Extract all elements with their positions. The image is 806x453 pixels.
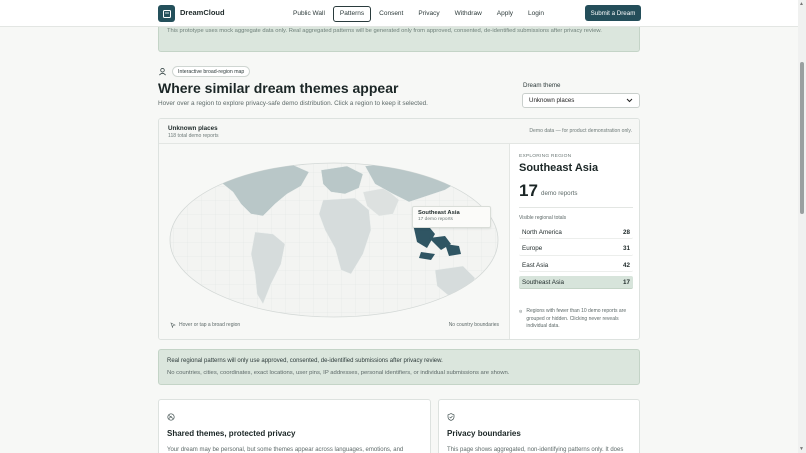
- top-nav-bar: DreamCloud Public Wall Patterns Consent …: [0, 0, 798, 27]
- world-map-svg: [169, 162, 499, 318]
- notice-line-2: No countries, cities, coordinates, exact…: [167, 370, 510, 376]
- map-panel-header: Unknown places 118 total demo reports De…: [159, 119, 639, 144]
- nav-withdraw[interactable]: Withdraw: [448, 6, 489, 22]
- selected-region-count: 17: [519, 181, 538, 200]
- region-row-value: 42: [622, 261, 630, 269]
- region-row-name: Europe: [522, 245, 543, 253]
- no-country-note: No country boundaries: [448, 322, 499, 328]
- map-panel: Unknown places 118 total demo reports De…: [158, 118, 640, 340]
- map-badge: Interactive broad-region map: [172, 66, 251, 77]
- region-row-southeast-asia[interactable]: Southeast Asia 17: [519, 276, 633, 290]
- region-tooltip: Southeast Asia 17 demo reports: [412, 206, 491, 228]
- nav-privacy[interactable]: Privacy: [411, 6, 446, 22]
- cursor-icon: [170, 322, 176, 328]
- region-row-name: Southeast Asia: [522, 278, 565, 286]
- world-map: Southeast Asia 17 demo reports Hover or …: [159, 144, 510, 339]
- region-totals-list: North America 28 Europe 31 East Asia 42 …: [519, 226, 633, 293]
- notice-line-1: Real regional patterns will only use app…: [167, 358, 443, 364]
- theme-label: Dream theme: [523, 82, 561, 89]
- shared-themes-card: Shared themes, protected privacy Your dr…: [158, 399, 431, 453]
- divider: [519, 207, 633, 208]
- page-subtitle: Hover over a region to explore privacy-s…: [158, 100, 428, 107]
- exploring-label: EXPLORING REGION: [519, 154, 572, 159]
- region-row-north-america[interactable]: North America 28: [519, 226, 633, 239]
- visible-totals-label: Visible regional totals: [519, 215, 567, 221]
- privacy-threshold-note: Regions with fewer than 10 demo reports …: [519, 308, 635, 331]
- hover-hint-text: Hover or tap a broad region: [179, 322, 241, 328]
- page-title: Where similar dream themes appear: [158, 80, 399, 96]
- selected-region-count-label: demo reports: [541, 190, 578, 197]
- page-scrollbar[interactable]: ▲ ▼: [798, 0, 806, 453]
- hover-hint: Hover or tap a broad region: [170, 322, 240, 328]
- privacy-threshold-text: Regions with fewer than 10 demo reports …: [526, 308, 627, 329]
- card-title: Privacy boundaries: [447, 429, 521, 438]
- globe-icon: [167, 413, 175, 421]
- shield-check-icon: [519, 309, 522, 314]
- region-detail-panel: EXPLORING REGION Southeast Asia 17 demo …: [511, 144, 639, 339]
- demo-data-note: Demo data — for product demonstration on…: [529, 128, 632, 134]
- tooltip-count: 17 demo reports: [418, 217, 453, 222]
- map-panel-title: Unknown places: [168, 125, 218, 132]
- nav-patterns[interactable]: Patterns: [332, 6, 372, 22]
- card-text: This page shows aggregated, non-identify…: [447, 447, 624, 453]
- nav-consent[interactable]: Consent: [372, 6, 410, 22]
- badge-row: Interactive broad-region map: [158, 66, 251, 77]
- mock-data-notice: This prototype uses mock aggregate data …: [158, 27, 640, 52]
- scroll-thumb[interactable]: [800, 62, 804, 214]
- map-pin-icon: [159, 68, 166, 76]
- main-nav: Public Wall Patterns Consent Privacy Wit…: [286, 6, 552, 22]
- theme-select[interactable]: Unknown places: [522, 93, 640, 108]
- region-row-east-asia[interactable]: East Asia 42: [519, 259, 633, 273]
- nav-apply[interactable]: Apply: [490, 6, 520, 22]
- tooltip-title: Southeast Asia: [418, 210, 460, 216]
- card-text: Your dream may be personal, but some the…: [167, 447, 404, 453]
- chevron-down-icon: [626, 98, 633, 103]
- shield-icon: [447, 413, 455, 421]
- theme-select-value: Unknown places: [529, 97, 575, 104]
- brand-name[interactable]: DreamCloud: [180, 8, 225, 17]
- card-title: Shared themes, protected privacy: [167, 429, 296, 438]
- selected-region-name: Southeast Asia: [519, 162, 599, 174]
- region-row-value: 31: [622, 245, 630, 253]
- nav-login[interactable]: Login: [521, 6, 551, 22]
- region-row-value: 17: [622, 278, 630, 286]
- scroll-down-arrow-icon[interactable]: ▼: [799, 446, 804, 452]
- nav-public-wall[interactable]: Public Wall: [286, 6, 332, 22]
- region-row-europe[interactable]: Europe 31: [519, 243, 633, 256]
- region-row-name: North America: [522, 228, 562, 236]
- region-row-value: 28: [622, 228, 630, 236]
- logo-icon[interactable]: [158, 5, 175, 22]
- map-panel-total: 118 total demo reports: [168, 133, 219, 139]
- regional-privacy-notice: Real regional patterns will only use app…: [158, 349, 640, 385]
- submit-dream-button[interactable]: Submit a Dream: [585, 5, 641, 21]
- region-row-name: East Asia: [522, 261, 549, 269]
- privacy-boundaries-card: Privacy boundaries This page shows aggre…: [438, 399, 640, 453]
- scroll-up-arrow-icon[interactable]: ▲: [799, 1, 804, 7]
